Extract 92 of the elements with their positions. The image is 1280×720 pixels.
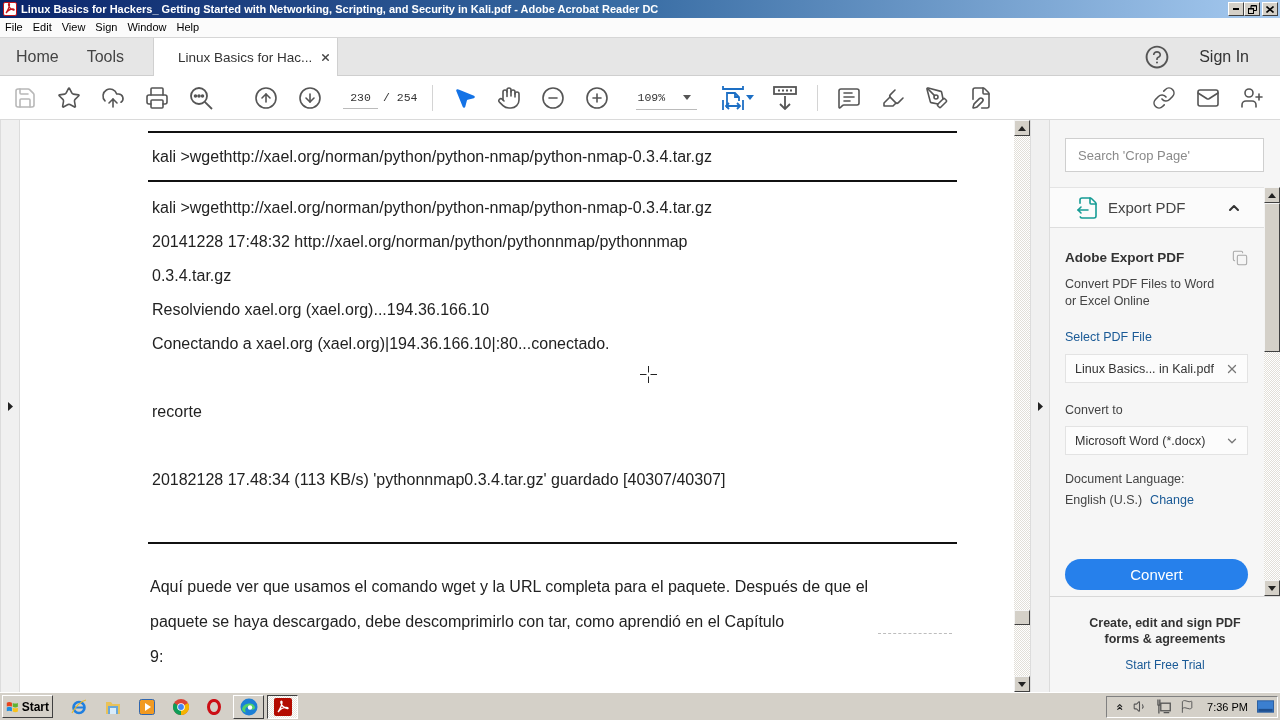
help-icon[interactable] <box>1144 43 1171 70</box>
print-icon[interactable] <box>145 85 169 110</box>
output-line: Resolviendo xael.org (xael.org)...194.36.166.10 <box>151 300 491 320</box>
change-link[interactable]: Change <box>1150 491 1194 509</box>
pane-arrow-icon[interactable] <box>1037 401 1043 411</box>
taskbar-app-button[interactable] <box>267 694 298 719</box>
menu-item[interactable]: View <box>56 18 91 37</box>
browser-icon[interactable] <box>173 698 189 715</box>
crosshair-cursor-icon <box>640 366 657 383</box>
link-icon[interactable] <box>1152 85 1176 110</box>
language-text: English (U.S.) <box>1065 492 1143 509</box>
page-count: / 254 <box>383 91 418 104</box>
close-icon[interactable] <box>320 51 332 63</box>
document-tab[interactable]: Linux Basics for Hac... <box>153 38 339 76</box>
output-line: recorte <box>151 402 203 422</box>
start-logo-icon <box>6 699 19 714</box>
triangle-up-icon <box>1268 192 1276 198</box>
scroll-down-button[interactable] <box>1264 580 1280 596</box>
scroll-up-button[interactable] <box>1014 120 1030 136</box>
clock-time: 7:36 PM <box>1207 700 1248 713</box>
caret-icon[interactable] <box>745 95 754 100</box>
scroll-mode-icon[interactable] <box>772 85 797 110</box>
search-icon[interactable] <box>189 85 213 110</box>
minimize-button[interactable] <box>1228 2 1244 16</box>
window-title: Linux Basics for Hackers_ Getting Started with Networking, Scripting, and Security in Kali.pdf - Adobe Acrobat Reader DC <box>21 3 660 15</box>
arrow-up-icon[interactable] <box>254 85 278 110</box>
comment-icon[interactable] <box>836 85 861 110</box>
command-text: kali >wgethttp://xael.org/norman/python/python-nmap/python-nmap-0.3.4.tar.gz <box>151 146 713 167</box>
promo-text: Create, edit and sign PDF forms & agreements <box>1088 615 1242 647</box>
scrollbar-thumb[interactable] <box>1014 610 1030 625</box>
restore-icon <box>1247 4 1257 14</box>
browser-icon <box>239 697 258 716</box>
sign-in-button[interactable]: Sign In <box>1199 47 1249 66</box>
close-button[interactable] <box>1262 2 1278 16</box>
network-icon[interactable] <box>1156 699 1171 714</box>
output-line: 20182128 17.48:34 (113 KB/s) 'pythonnmap0.3.4.tar.gz' guardado [40307/40307] <box>151 470 727 490</box>
nav-tab[interactable]: Tools <box>72 38 139 75</box>
scrollbar-thumb[interactable] <box>1264 203 1280 352</box>
output-line: 0.3.4.tar.gz <box>151 266 233 286</box>
zoom-field[interactable]: 109% <box>635 85 697 110</box>
menu-item[interactable]: File <box>0 18 28 37</box>
zoom-in-icon[interactable] <box>584 85 609 110</box>
menu-item[interactable]: Sign <box>90 18 123 37</box>
output-line: Conectando a xael.org (xael.org)|194.36.166.10|:80...conectado. <box>151 334 611 354</box>
start-button[interactable]: Start <box>2 695 53 718</box>
zoom-out-icon[interactable] <box>540 85 565 110</box>
page-fit-icon[interactable] <box>721 85 744 110</box>
paragraph-line: 9: <box>149 647 165 667</box>
output-line: 20141228 17:48:32 http://xael.org/norman/python/pythonnmap/pythonnmap <box>151 232 689 252</box>
browser-icon[interactable] <box>71 698 87 715</box>
output-line: kali >wgethttp://xael.org/norman/python/python-nmap/python-nmap-0.3.4.tar.gz <box>151 198 713 218</box>
pane-arrow-icon[interactable] <box>7 401 13 411</box>
section-heading: Adobe Export PDF <box>1065 249 1185 267</box>
select-file-link[interactable]: Select PDF File <box>1065 328 1152 346</box>
restore-button[interactable] <box>1244 2 1260 16</box>
section-header[interactable]: Export PDF <box>1050 187 1264 228</box>
menu-item[interactable]: Window <box>122 18 172 37</box>
field-label: Document Language: <box>1065 471 1186 488</box>
chevron-up-icon[interactable] <box>1115 701 1125 712</box>
pdf-app-icon <box>273 697 292 716</box>
caret-icon[interactable] <box>682 94 691 100</box>
minimize-icon <box>1233 8 1239 10</box>
scroll-down-button[interactable] <box>1014 676 1030 692</box>
menu-item[interactable]: Help <box>171 18 205 37</box>
pen-nib-icon[interactable] <box>924 85 949 110</box>
close-icon <box>1266 5 1274 13</box>
description-text: Convert PDF Files to Word or Excel Online <box>1065 276 1216 310</box>
star-icon[interactable] <box>57 85 81 110</box>
field-label: Convert to <box>1065 402 1124 419</box>
paragraph-line: Aquí puede ver que usamos el comando wget y la URL completa para el paquete. Después de que el <box>149 577 870 597</box>
browser-icon[interactable] <box>207 698 221 715</box>
nav-tab[interactable]: Home <box>2 38 73 75</box>
add-user-icon[interactable] <box>1240 85 1264 110</box>
triangle-down-icon <box>1018 681 1026 687</box>
media-player-icon[interactable] <box>139 698 155 715</box>
triangle-up-icon <box>1018 125 1026 131</box>
scroll-up-button[interactable] <box>1264 187 1280 203</box>
page-field[interactable]: 230 <box>343 86 378 109</box>
format-dropdown[interactable]: Microsoft Word (*.docx) <box>1065 426 1248 455</box>
arrow-down-icon[interactable] <box>298 85 322 110</box>
search-field[interactable]: Search 'Crop Page' <box>1065 138 1264 172</box>
hand-icon[interactable] <box>496 85 521 110</box>
triangle-down-icon <box>1268 585 1276 591</box>
file-export-icon <box>1076 195 1100 220</box>
paragraph-line: paquete se haya descargado, debe descomprimirlo con tar, como aprendió en el Capítulo <box>148 604 957 639</box>
app-icon <box>3 2 17 16</box>
menu-item[interactable]: Edit <box>27 18 57 37</box>
convert-button[interactable]: Convert <box>1065 559 1248 590</box>
flag-icon[interactable] <box>1179 699 1194 714</box>
cloud-upload-icon[interactable] <box>101 85 125 110</box>
trial-link[interactable]: Start Free Trial <box>1125 656 1205 674</box>
file-field[interactable]: Linux Basics... in Kali.pdf <box>1065 354 1248 383</box>
